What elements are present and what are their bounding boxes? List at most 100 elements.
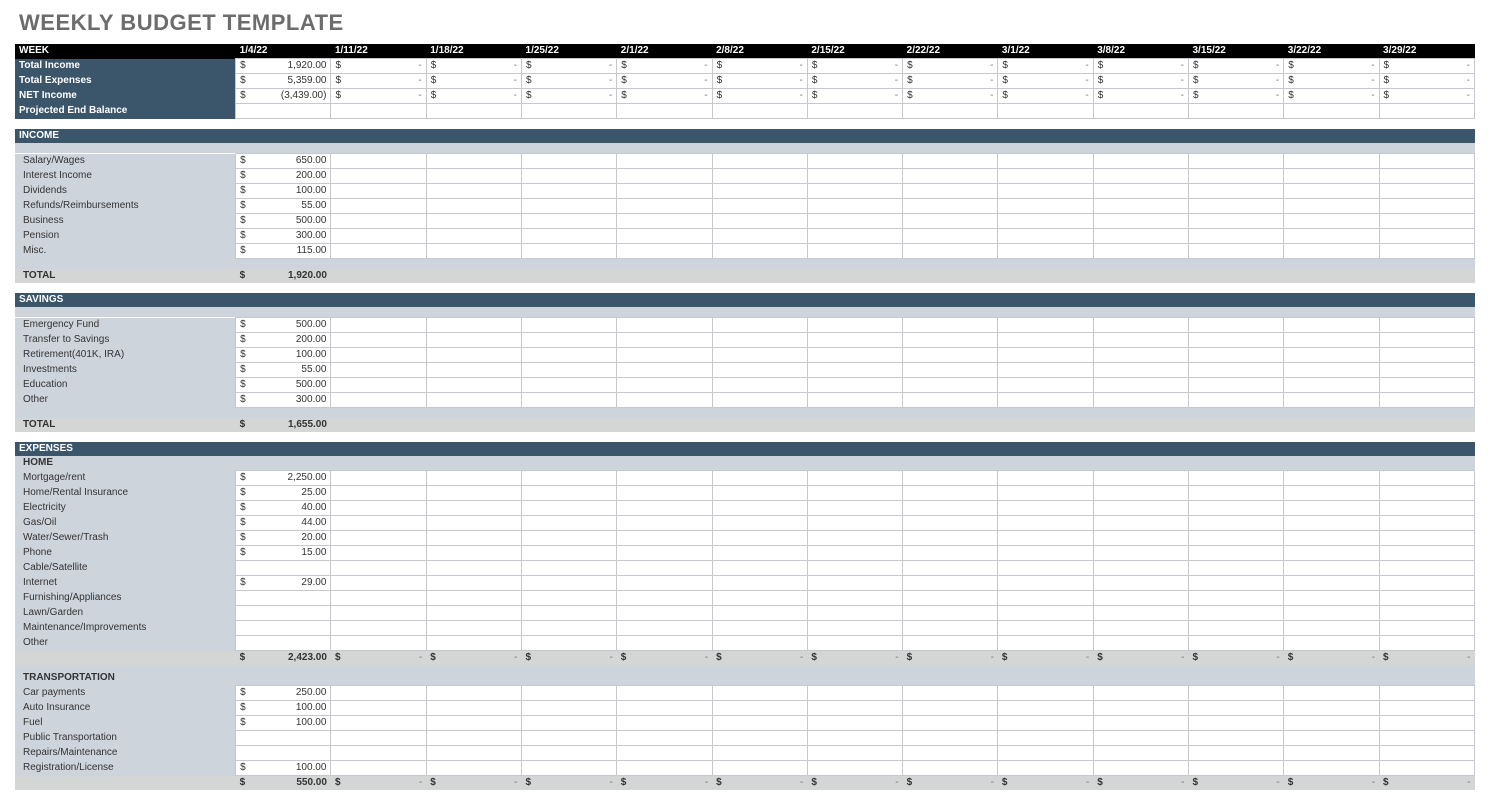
value-cell[interactable]: [1284, 486, 1379, 501]
value-cell[interactable]: [1188, 471, 1283, 486]
value-cell[interactable]: [1284, 184, 1379, 199]
value-cell[interactable]: [236, 731, 331, 746]
value-cell[interactable]: $-: [807, 74, 902, 89]
value-cell[interactable]: [1188, 333, 1283, 348]
value-cell[interactable]: $100.00: [236, 348, 331, 363]
value-cell[interactable]: [1188, 686, 1283, 701]
value-cell[interactable]: [1188, 378, 1283, 393]
value-cell[interactable]: [998, 244, 1093, 259]
value-cell[interactable]: [1188, 393, 1283, 408]
value-cell[interactable]: [426, 471, 521, 486]
value-cell[interactable]: $-: [712, 89, 807, 104]
value-cell[interactable]: $1,920.00: [236, 59, 331, 74]
value-cell[interactable]: [712, 184, 807, 199]
value-cell[interactable]: $-: [712, 74, 807, 89]
value-cell[interactable]: [1379, 199, 1474, 214]
value-cell[interactable]: [903, 531, 998, 546]
value-cell[interactable]: [236, 104, 331, 119]
value-cell[interactable]: [617, 531, 712, 546]
value-cell[interactable]: [1188, 576, 1283, 591]
value-cell[interactable]: [617, 636, 712, 651]
value-cell[interactable]: [1093, 333, 1188, 348]
value-cell[interactable]: [331, 686, 426, 701]
value-cell[interactable]: [712, 531, 807, 546]
value-cell[interactable]: [1284, 363, 1379, 378]
value-cell[interactable]: [1284, 606, 1379, 621]
value-cell[interactable]: $-: [331, 651, 426, 666]
value-cell[interactable]: [998, 184, 1093, 199]
value-cell[interactable]: [807, 486, 902, 501]
value-cell[interactable]: $250.00: [236, 686, 331, 701]
value-cell[interactable]: $-: [903, 74, 998, 89]
value-cell[interactable]: [426, 348, 521, 363]
value-cell[interactable]: [1284, 318, 1379, 333]
value-cell[interactable]: [1284, 348, 1379, 363]
value-cell[interactable]: [807, 731, 902, 746]
value-cell[interactable]: [903, 546, 998, 561]
value-cell[interactable]: [522, 333, 617, 348]
value-cell[interactable]: [1188, 154, 1283, 169]
value-cell[interactable]: [1093, 636, 1188, 651]
value-cell[interactable]: $-: [331, 776, 426, 791]
value-cell[interactable]: [903, 363, 998, 378]
value-cell[interactable]: $1,655.00: [236, 418, 331, 432]
value-cell[interactable]: [331, 348, 426, 363]
value-cell[interactable]: [617, 591, 712, 606]
value-cell[interactable]: $29.00: [236, 576, 331, 591]
value-cell[interactable]: [1188, 606, 1283, 621]
value-cell[interactable]: [998, 561, 1093, 576]
value-cell[interactable]: [1379, 184, 1474, 199]
value-cell[interactable]: [426, 486, 521, 501]
value-cell[interactable]: [712, 229, 807, 244]
value-cell[interactable]: [522, 731, 617, 746]
value-cell[interactable]: $2,250.00: [236, 471, 331, 486]
value-cell[interactable]: [1379, 501, 1474, 516]
value-cell[interactable]: [903, 516, 998, 531]
value-cell[interactable]: [331, 169, 426, 184]
value-cell[interactable]: [712, 244, 807, 259]
value-cell[interactable]: $-: [1379, 59, 1474, 74]
value-cell[interactable]: [426, 531, 521, 546]
value-cell[interactable]: [1284, 333, 1379, 348]
value-cell[interactable]: [236, 561, 331, 576]
value-cell[interactable]: [1093, 701, 1188, 716]
value-cell[interactable]: [1284, 104, 1379, 119]
value-cell[interactable]: [998, 154, 1093, 169]
value-cell[interactable]: [1379, 393, 1474, 408]
value-cell[interactable]: [1284, 229, 1379, 244]
value-cell[interactable]: [1188, 348, 1283, 363]
value-cell[interactable]: $-: [617, 74, 712, 89]
value-cell[interactable]: [903, 169, 998, 184]
value-cell[interactable]: [1093, 471, 1188, 486]
value-cell[interactable]: [1093, 244, 1188, 259]
value-cell[interactable]: [903, 393, 998, 408]
value-cell[interactable]: [617, 516, 712, 531]
value-cell[interactable]: [998, 761, 1093, 776]
value-cell[interactable]: [1093, 731, 1188, 746]
value-cell[interactable]: $-: [522, 59, 617, 74]
value-cell[interactable]: [903, 731, 998, 746]
value-cell[interactable]: [617, 169, 712, 184]
value-cell[interactable]: $100.00: [236, 761, 331, 776]
value-cell[interactable]: [331, 471, 426, 486]
value-cell[interactable]: [1093, 229, 1188, 244]
value-cell[interactable]: [522, 516, 617, 531]
value-cell[interactable]: [1379, 636, 1474, 651]
value-cell[interactable]: [331, 606, 426, 621]
value-cell[interactable]: [331, 229, 426, 244]
value-cell[interactable]: [807, 561, 902, 576]
value-cell[interactable]: [903, 746, 998, 761]
value-cell[interactable]: [331, 378, 426, 393]
value-cell[interactable]: $650.00: [236, 154, 331, 169]
value-cell[interactable]: [1284, 686, 1379, 701]
value-cell[interactable]: [426, 701, 521, 716]
value-cell[interactable]: [426, 393, 521, 408]
value-cell[interactable]: $-: [1188, 89, 1283, 104]
value-cell[interactable]: [236, 621, 331, 636]
value-cell[interactable]: [1093, 169, 1188, 184]
value-cell[interactable]: [331, 561, 426, 576]
value-cell[interactable]: [522, 716, 617, 731]
value-cell[interactable]: [331, 333, 426, 348]
value-cell[interactable]: [1188, 716, 1283, 731]
value-cell[interactable]: [617, 746, 712, 761]
